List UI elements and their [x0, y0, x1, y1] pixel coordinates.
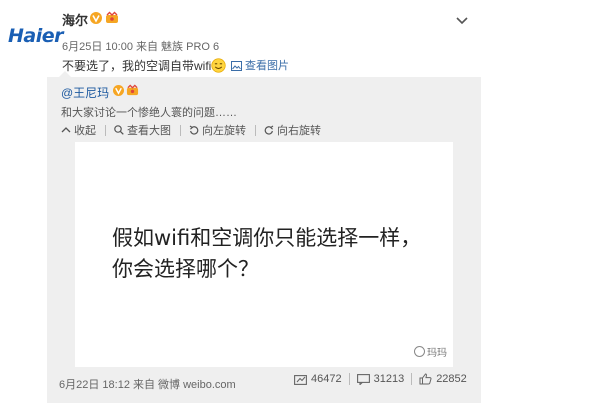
image-toolbar: 收起 查看大图 向左旋转 向右旋转 — [61, 122, 330, 138]
view-image-link[interactable]: 查看图片 — [231, 57, 289, 73]
chevron-down-icon[interactable] — [454, 12, 470, 28]
image-icon — [231, 61, 242, 71]
original-author-link[interactable]: @王尼玛 — [61, 84, 109, 101]
repost-icon — [294, 374, 307, 385]
verified-icon — [90, 12, 102, 24]
post-image[interactable]: 假如wifi和空调你只能选择一样， 你会选择哪个？ 玛玛 — [75, 142, 453, 367]
collapse-label: 收起 — [74, 125, 96, 137]
post-text: 不要选了，我的空调自带wifi — [62, 57, 226, 74]
repost-container: @王尼玛 和大家讨论一个惨绝人寰的问题…… 收起 查看大图 向左旋转 向右旋转 … — [47, 71, 481, 403]
comment-count: 31213 — [373, 373, 405, 385]
repost-count: 46472 — [311, 373, 342, 385]
collapse-button[interactable]: 收起 — [61, 122, 105, 138]
watermark-text: 玛玛 — [427, 348, 447, 359]
post-author-name[interactable]: 海尔 — [62, 10, 88, 29]
rotate-left-label: 向左旋转 — [202, 125, 246, 137]
toolbar-divider — [180, 124, 181, 136]
brand-logo[interactable]: Haier — [8, 25, 64, 47]
rotate-right-label: 向右旋转 — [277, 125, 321, 137]
original-post-meta: 6月22日 18:12 来自 微博 weibo.com — [59, 379, 236, 391]
toolbar-divider — [255, 124, 256, 136]
like-count-button[interactable]: 22852 — [412, 373, 474, 385]
rotate-left-button[interactable]: 向左旋转 — [189, 122, 255, 138]
magnify-icon — [114, 125, 124, 135]
view-large-button[interactable]: 查看大图 — [114, 122, 180, 138]
view-large-label: 查看大图 — [127, 125, 171, 137]
image-text-line-2: 你会选择哪个？ — [112, 257, 259, 281]
like-count: 22852 — [436, 373, 467, 385]
rotate-left-icon — [189, 125, 199, 135]
post-meta: 6月25日 10:00 来自 魅族 PRO 6 — [62, 41, 220, 53]
toolbar-divider — [105, 124, 106, 136]
weibo-watermark-icon — [414, 346, 425, 357]
comment-icon — [356, 373, 370, 385]
post-text-content: 不要选了，我的空调自带wifi — [62, 59, 212, 73]
thumbs-up-icon — [419, 373, 432, 385]
rotate-right-icon — [264, 125, 274, 135]
original-post-text: 和大家讨论一个惨绝人寰的问题…… — [61, 107, 237, 119]
collapse-icon — [61, 127, 71, 133]
smile-emoji-icon — [211, 58, 226, 73]
member-crown-icon[interactable] — [105, 11, 119, 25]
view-image-label: 查看图片 — [245, 60, 289, 72]
image-watermark: 玛玛 — [414, 344, 447, 359]
image-text-line-1: 假如wifi和空调你只能选择一样， — [112, 226, 422, 250]
repost-count-button[interactable]: 46472 — [287, 373, 349, 385]
original-post-stats: 46472 31213 22852 — [287, 373, 474, 385]
verified-icon — [113, 85, 124, 96]
rotate-right-button[interactable]: 向右旋转 — [264, 122, 330, 138]
member-crown-icon[interactable] — [126, 84, 139, 97]
comment-count-button[interactable]: 31213 — [350, 373, 412, 385]
